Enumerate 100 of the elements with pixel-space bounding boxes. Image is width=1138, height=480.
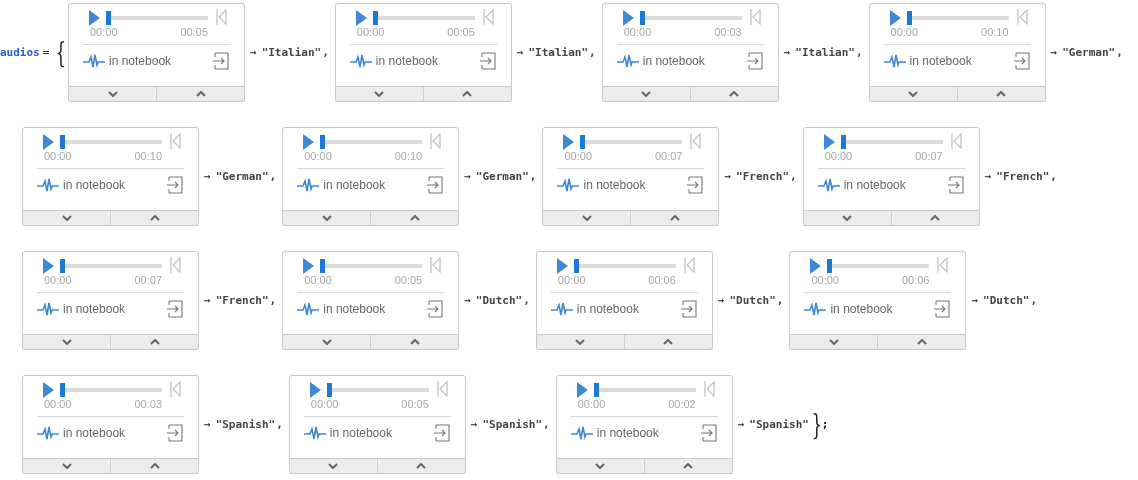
slider-thumb[interactable] (60, 259, 65, 273)
seek-slider[interactable] (60, 383, 162, 397)
skip-back-icon[interactable] (170, 133, 181, 149)
seek-slider[interactable] (906, 11, 1009, 25)
skip-back-icon[interactable] (216, 9, 227, 25)
insert-icon[interactable] (478, 52, 497, 70)
seek-slider[interactable] (593, 383, 696, 397)
skip-back-icon[interactable] (430, 257, 442, 273)
start-time: 00:00 (557, 274, 586, 286)
seek-slider[interactable] (60, 259, 162, 273)
end-time: 00:03 (714, 26, 742, 38)
slider-thumb[interactable] (593, 383, 599, 397)
chevron-down-icon (581, 215, 592, 221)
insert-icon[interactable] (699, 424, 718, 442)
chevron-down-icon (61, 215, 72, 221)
slider-thumb[interactable] (580, 135, 586, 149)
language-value: "Dutch" (475, 294, 523, 307)
seek-slider[interactable] (60, 135, 162, 149)
slider-thumb[interactable] (60, 135, 65, 149)
language-value: "French" (736, 170, 790, 183)
play-icon[interactable] (43, 134, 54, 150)
slider-thumb[interactable] (906, 11, 912, 25)
insert-icon[interactable] (946, 176, 965, 194)
storage-label: in notebook (830, 302, 894, 316)
insert-icon[interactable] (166, 424, 184, 442)
insert-icon[interactable] (745, 52, 764, 70)
slider-thumb[interactable] (840, 135, 846, 149)
chevron-down-icon (328, 463, 339, 469)
seek-slider[interactable] (827, 259, 930, 273)
slider-thumb[interactable] (372, 11, 378, 25)
insert-icon[interactable] (166, 300, 184, 318)
skip-back-icon[interactable] (690, 133, 702, 149)
play-icon[interactable] (622, 10, 634, 26)
slider-thumb[interactable] (60, 383, 65, 397)
play-icon[interactable] (355, 10, 367, 26)
rule-arrow: → (204, 418, 211, 431)
insert-icon[interactable] (679, 300, 698, 318)
skip-back-icon[interactable] (683, 257, 695, 273)
seek-slider[interactable] (372, 11, 475, 25)
play-icon[interactable] (810, 258, 822, 274)
rule-arrow: → (737, 418, 745, 431)
seek-slider[interactable] (320, 135, 423, 149)
skip-back-icon[interactable] (1016, 9, 1028, 25)
start-time: 00:00 (356, 26, 385, 38)
seek-slider[interactable] (840, 135, 943, 149)
comma: , (1050, 170, 1057, 183)
rule-arrow: → (1050, 46, 1058, 59)
waveform-icon (37, 178, 59, 192)
start-time: 00:00 (310, 398, 339, 410)
play-icon[interactable] (889, 10, 901, 26)
slider-thumb[interactable] (326, 383, 332, 397)
insert-icon[interactable] (1012, 52, 1031, 70)
insert-icon[interactable] (426, 300, 445, 318)
insert-icon[interactable] (426, 176, 445, 194)
play-icon[interactable] (89, 10, 100, 26)
comma: , (269, 294, 277, 307)
comma: , (322, 46, 329, 59)
play-icon[interactable] (309, 382, 321, 398)
slider-thumb[interactable] (106, 11, 111, 25)
chevron-up-icon (149, 339, 160, 345)
skip-back-icon[interactable] (950, 133, 962, 149)
play-icon[interactable] (823, 134, 835, 150)
slider-thumb[interactable] (320, 259, 326, 273)
rule-arrow: → (516, 46, 524, 59)
waveform-icon (37, 426, 59, 440)
language-value: "German" (1062, 46, 1116, 59)
skip-back-icon[interactable] (482, 9, 494, 25)
slider-thumb[interactable] (827, 259, 833, 273)
start-time: 00:00 (304, 150, 332, 162)
skip-back-icon[interactable] (436, 381, 448, 397)
insert-icon[interactable] (686, 176, 705, 194)
play-icon[interactable] (303, 258, 315, 274)
seek-slider[interactable] (580, 135, 683, 149)
seek-slider[interactable] (573, 259, 676, 273)
play-icon[interactable] (576, 382, 588, 398)
insert-icon[interactable] (933, 300, 952, 318)
play-icon[interactable] (43, 258, 54, 274)
skip-back-icon[interactable] (170, 381, 181, 397)
seek-slider[interactable] (320, 259, 423, 273)
seek-slider[interactable] (639, 11, 742, 25)
insert-icon[interactable] (212, 52, 230, 70)
skip-back-icon[interactable] (937, 257, 949, 273)
seek-slider[interactable] (326, 383, 429, 397)
skip-back-icon[interactable] (749, 9, 761, 25)
storage-label: in notebook (329, 426, 393, 440)
play-icon[interactable] (563, 134, 575, 150)
play-icon[interactable] (303, 134, 315, 150)
insert-icon[interactable] (432, 424, 451, 442)
slider-thumb[interactable] (320, 135, 326, 149)
play-icon[interactable] (43, 382, 54, 398)
skip-back-icon[interactable] (430, 133, 442, 149)
skip-back-icon[interactable] (703, 381, 715, 397)
insert-icon[interactable] (166, 176, 184, 194)
slider-thumb[interactable] (573, 259, 579, 273)
slider-thumb[interactable] (639, 11, 645, 25)
seek-slider[interactable] (106, 11, 208, 25)
chevron-down-icon (595, 463, 606, 469)
skip-back-icon[interactable] (170, 257, 181, 273)
chevron-up-icon (149, 215, 160, 221)
play-icon[interactable] (556, 258, 568, 274)
